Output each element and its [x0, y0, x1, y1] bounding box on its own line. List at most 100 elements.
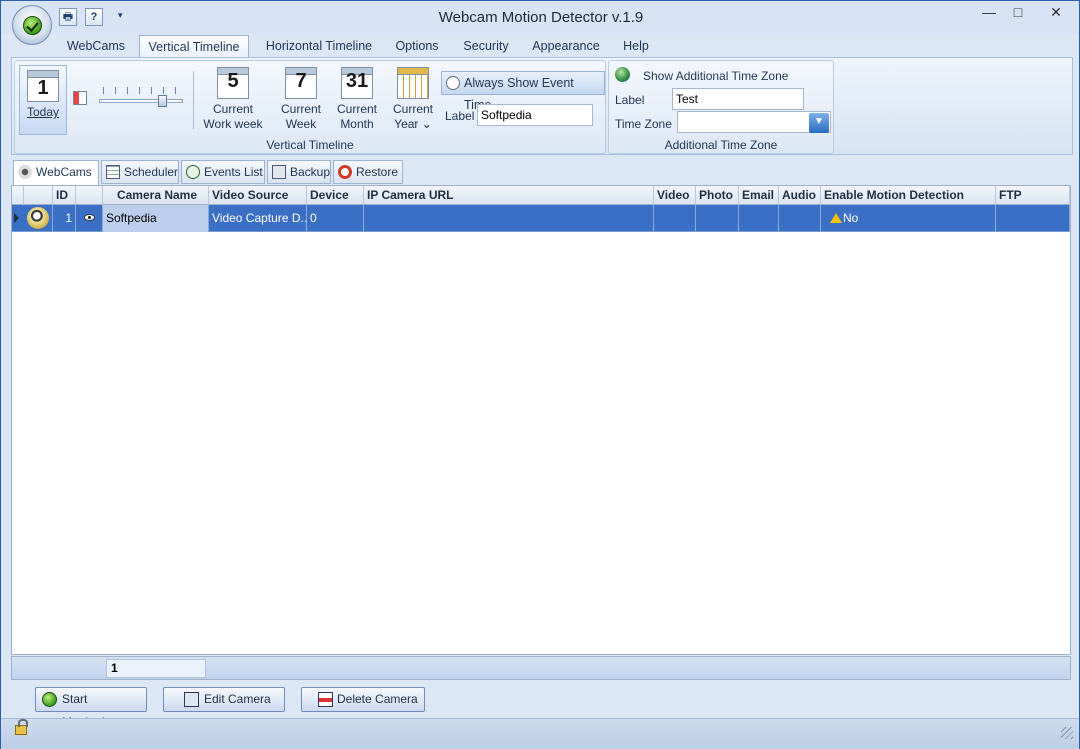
calendar-icon: 7 — [285, 67, 317, 99]
col-device[interactable]: Device — [307, 186, 364, 205]
show-additional-time-zone-toggle[interactable]: Show Additional Time Zone — [643, 69, 788, 83]
subtab-webcams[interactable]: WebCams — [13, 160, 99, 185]
backup-icon — [272, 165, 286, 179]
edit-camera-label: Edit Camera — [204, 692, 271, 706]
cell-video[interactable] — [654, 205, 696, 232]
maximize-button[interactable]: □ — [1003, 2, 1033, 24]
delete-camera-icon — [318, 692, 333, 707]
col-id[interactable]: ID — [53, 186, 76, 205]
cell-video-source[interactable]: Video Capture D... — [209, 205, 307, 232]
current-week-button[interactable]: 7 Current Week — [273, 67, 329, 132]
always-show-event-time-button[interactable]: Always Show Event Time — [441, 71, 605, 112]
edit-camera-button[interactable]: Edit Camera — [163, 687, 285, 712]
camera-cell — [24, 205, 53, 232]
window-title: Webcam Motion Detector v.1.9 — [438, 9, 644, 26]
restore-lifebuoy-icon — [338, 165, 352, 179]
col-email[interactable]: Email — [739, 186, 779, 205]
col-enable-motion-detection[interactable]: Enable Motion Detection — [821, 186, 996, 205]
edit-camera-icon — [184, 692, 199, 707]
subtab-restore-label: Restore — [356, 165, 399, 179]
tab-help[interactable]: Help — [617, 35, 655, 57]
col-ftp[interactable]: FTP — [996, 186, 1070, 205]
table-row[interactable]: 1 Softpedia Video Capture D... 0 No — [12, 205, 1070, 232]
current-year-button[interactable]: Current Year ⌄ — [385, 67, 441, 132]
col-camera-name[interactable]: Camera Name — [103, 186, 209, 205]
globe-icon — [615, 67, 630, 82]
clock-icon — [446, 76, 460, 90]
zoom-slider[interactable] — [99, 87, 183, 107]
tz-label-caption: Label — [615, 93, 645, 107]
eye-cell[interactable] — [76, 205, 103, 232]
today-button[interactable]: 1 Today — [19, 65, 67, 135]
current-month-button[interactable]: 31 Current Month — [329, 67, 385, 132]
slider-thumb[interactable] — [158, 95, 167, 107]
additional-time-zone-group: Show Additional Time Zone Label Test Tim… — [608, 60, 834, 154]
webcam-icon — [18, 165, 32, 179]
current-work-week-button[interactable]: 5 Current Work week — [203, 67, 263, 132]
cell-id[interactable]: 1 — [53, 205, 76, 232]
col-ip-camera-url[interactable]: IP Camera URL — [364, 186, 654, 205]
label-input[interactable]: Softpedia — [477, 104, 593, 126]
cell-camera-name[interactable]: Softpedia — [103, 205, 209, 232]
start-checkmark-icon — [42, 692, 57, 707]
tab-options[interactable]: Options — [391, 35, 443, 57]
today-label: Today — [26, 105, 60, 119]
week-label-line1: Current — [280, 102, 321, 116]
warning-icon — [830, 213, 842, 223]
checkmark-icon — [23, 16, 42, 35]
delete-camera-button[interactable]: Delete Camera — [301, 687, 425, 712]
tab-vertical-timeline[interactable]: Vertical Timeline — [139, 35, 249, 57]
cell-email[interactable] — [739, 205, 779, 232]
col-audio[interactable]: Audio — [779, 186, 821, 205]
calendar-icon: 1 — [27, 70, 59, 102]
time-zone-caption: Time Zone — [615, 117, 672, 131]
cell-photo[interactable] — [696, 205, 739, 232]
cell-ftp[interactable] — [996, 205, 1070, 232]
lock-icon[interactable] — [15, 719, 28, 735]
minimize-button[interactable]: — — [974, 2, 1004, 24]
view-tabs: WebCams Scheduler Events List Backup Res… — [13, 160, 1073, 185]
chevron-down-icon[interactable]: ▼ — [809, 113, 829, 133]
vertical-timeline-group-label: Vertical Timeline — [266, 138, 354, 152]
table-header: ID Camera Name Video Source Device IP Ca… — [12, 186, 1070, 205]
timeline-scale-icon — [73, 91, 87, 105]
close-button[interactable]: ✕ — [1041, 2, 1071, 24]
subtab-events-list[interactable]: Events List — [181, 160, 265, 184]
month-label-line1: Current — [336, 102, 377, 116]
row-count: 1 — [106, 659, 206, 678]
icon-header — [24, 186, 53, 205]
subtab-backup[interactable]: Backup — [267, 160, 331, 184]
webcam-icon — [27, 207, 49, 229]
vertical-timeline-group: 1 Today 5 Current Work week 7 Current We… — [14, 60, 606, 154]
subtab-scheduler[interactable]: Scheduler — [101, 160, 179, 184]
cell-device[interactable]: 0 — [307, 205, 364, 232]
group-separator — [193, 71, 194, 129]
calendar-icon: 5 — [217, 67, 249, 99]
motion-detection-value: No — [843, 211, 859, 225]
eye-header — [76, 186, 103, 205]
col-video[interactable]: Video — [654, 186, 696, 205]
cell-enable-motion-detection[interactable]: No — [821, 205, 996, 232]
month-label-line2: Month — [340, 117, 374, 131]
events-clock-icon — [186, 165, 200, 179]
row-indicator-header — [12, 186, 24, 205]
cell-audio[interactable] — [779, 205, 821, 232]
subtab-scheduler-label: Scheduler — [124, 165, 179, 179]
tab-security[interactable]: Security — [457, 35, 515, 57]
col-video-source[interactable]: Video Source — [209, 186, 307, 205]
resize-grip-icon[interactable] — [1061, 727, 1073, 739]
cell-ip-camera-url[interactable] — [364, 205, 654, 232]
subtab-restore[interactable]: Restore — [333, 160, 403, 184]
tz-label-input[interactable]: Test — [672, 88, 804, 110]
work-week-label-line2: Work week — [203, 117, 263, 131]
webcams-table: ID Camera Name Video Source Device IP Ca… — [11, 185, 1071, 655]
tab-appearance[interactable]: Appearance — [529, 35, 603, 57]
start-monitoring-button[interactable]: Start Monitoring — [35, 687, 147, 729]
tab-webcams[interactable]: WebCams — [59, 35, 133, 57]
application-menu-button[interactable] — [12, 5, 52, 45]
col-photo[interactable]: Photo — [696, 186, 739, 205]
ribbon-panel: 1 Today 5 Current Work week 7 Current We… — [11, 57, 1073, 155]
time-zone-select[interactable]: ▼ — [677, 111, 831, 133]
tab-horizontal-timeline[interactable]: Horizontal Timeline — [259, 35, 379, 57]
additional-time-zone-group-label: Additional Time Zone — [664, 138, 778, 152]
